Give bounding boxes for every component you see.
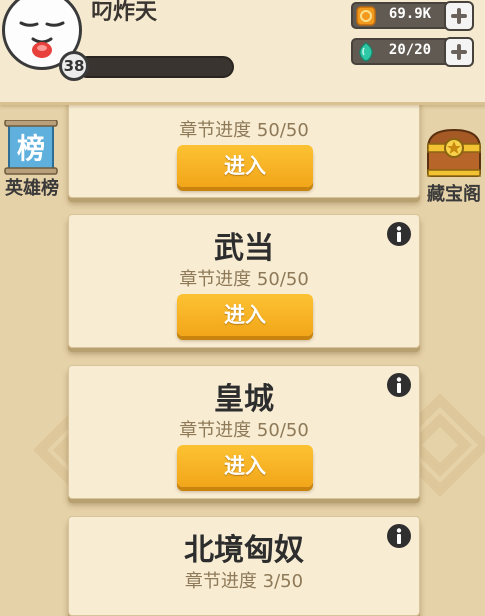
add-gems-button[interactable] [444,37,474,67]
chapter-card: 章节进度 50/50 进入 [68,96,420,198]
gems-counter: 20/20 [351,37,474,67]
gem-icon [359,42,373,62]
chapter-title: 武当 [214,231,274,266]
chapter-title: 皇城 [214,382,274,417]
coins-counter: 69.9K [351,1,474,31]
info-icon[interactable] [386,523,412,549]
leaderboard-scroll-icon: 榜 [4,119,58,175]
leaderboard-label: 英雄榜 [5,178,59,199]
info-icon[interactable] [386,372,412,398]
treasure-vault-button[interactable]: 藏宝阁 [420,126,485,206]
coin-icon [356,6,376,26]
info-icon[interactable] [386,221,412,247]
treasure-vault-label: 藏宝阁 [427,184,481,205]
enter-chapter-button[interactable]: 进入 [177,145,313,187]
player-level-badge: 38 [59,51,89,81]
player-name: 叼炸天 [91,0,158,25]
chapter-progress: 章节进度 50/50 [179,120,309,141]
treasure-chest-icon [426,128,482,177]
gems-value: 20/20 [388,42,432,58]
chapter-progress: 章节进度 50/50 [179,420,309,441]
chapter-card: 皇城 章节进度 50/50 进入 [68,365,420,499]
enter-chapter-button[interactable]: 进入 [177,294,313,336]
leaderboard-button[interactable]: 榜 英雄榜 [0,119,66,200]
add-coins-button[interactable] [444,1,474,31]
top-bar: 38 叼炸天 69.9K 20/20 [0,0,485,105]
chapter-title: 北境匈奴 [184,533,304,568]
experience-bar [76,56,234,78]
chapter-card: 北境匈奴 章节进度 3/50 [68,516,420,616]
chapter-progress: 章节进度 3/50 [184,571,304,592]
chapter-progress: 章节进度 50/50 [179,269,309,290]
leaderboard-icon-glyph: 榜 [17,132,45,165]
chapter-card: 武当 章节进度 50/50 进入 [68,214,420,348]
coins-value: 69.9K [388,6,432,22]
enter-chapter-button[interactable]: 进入 [177,445,313,487]
